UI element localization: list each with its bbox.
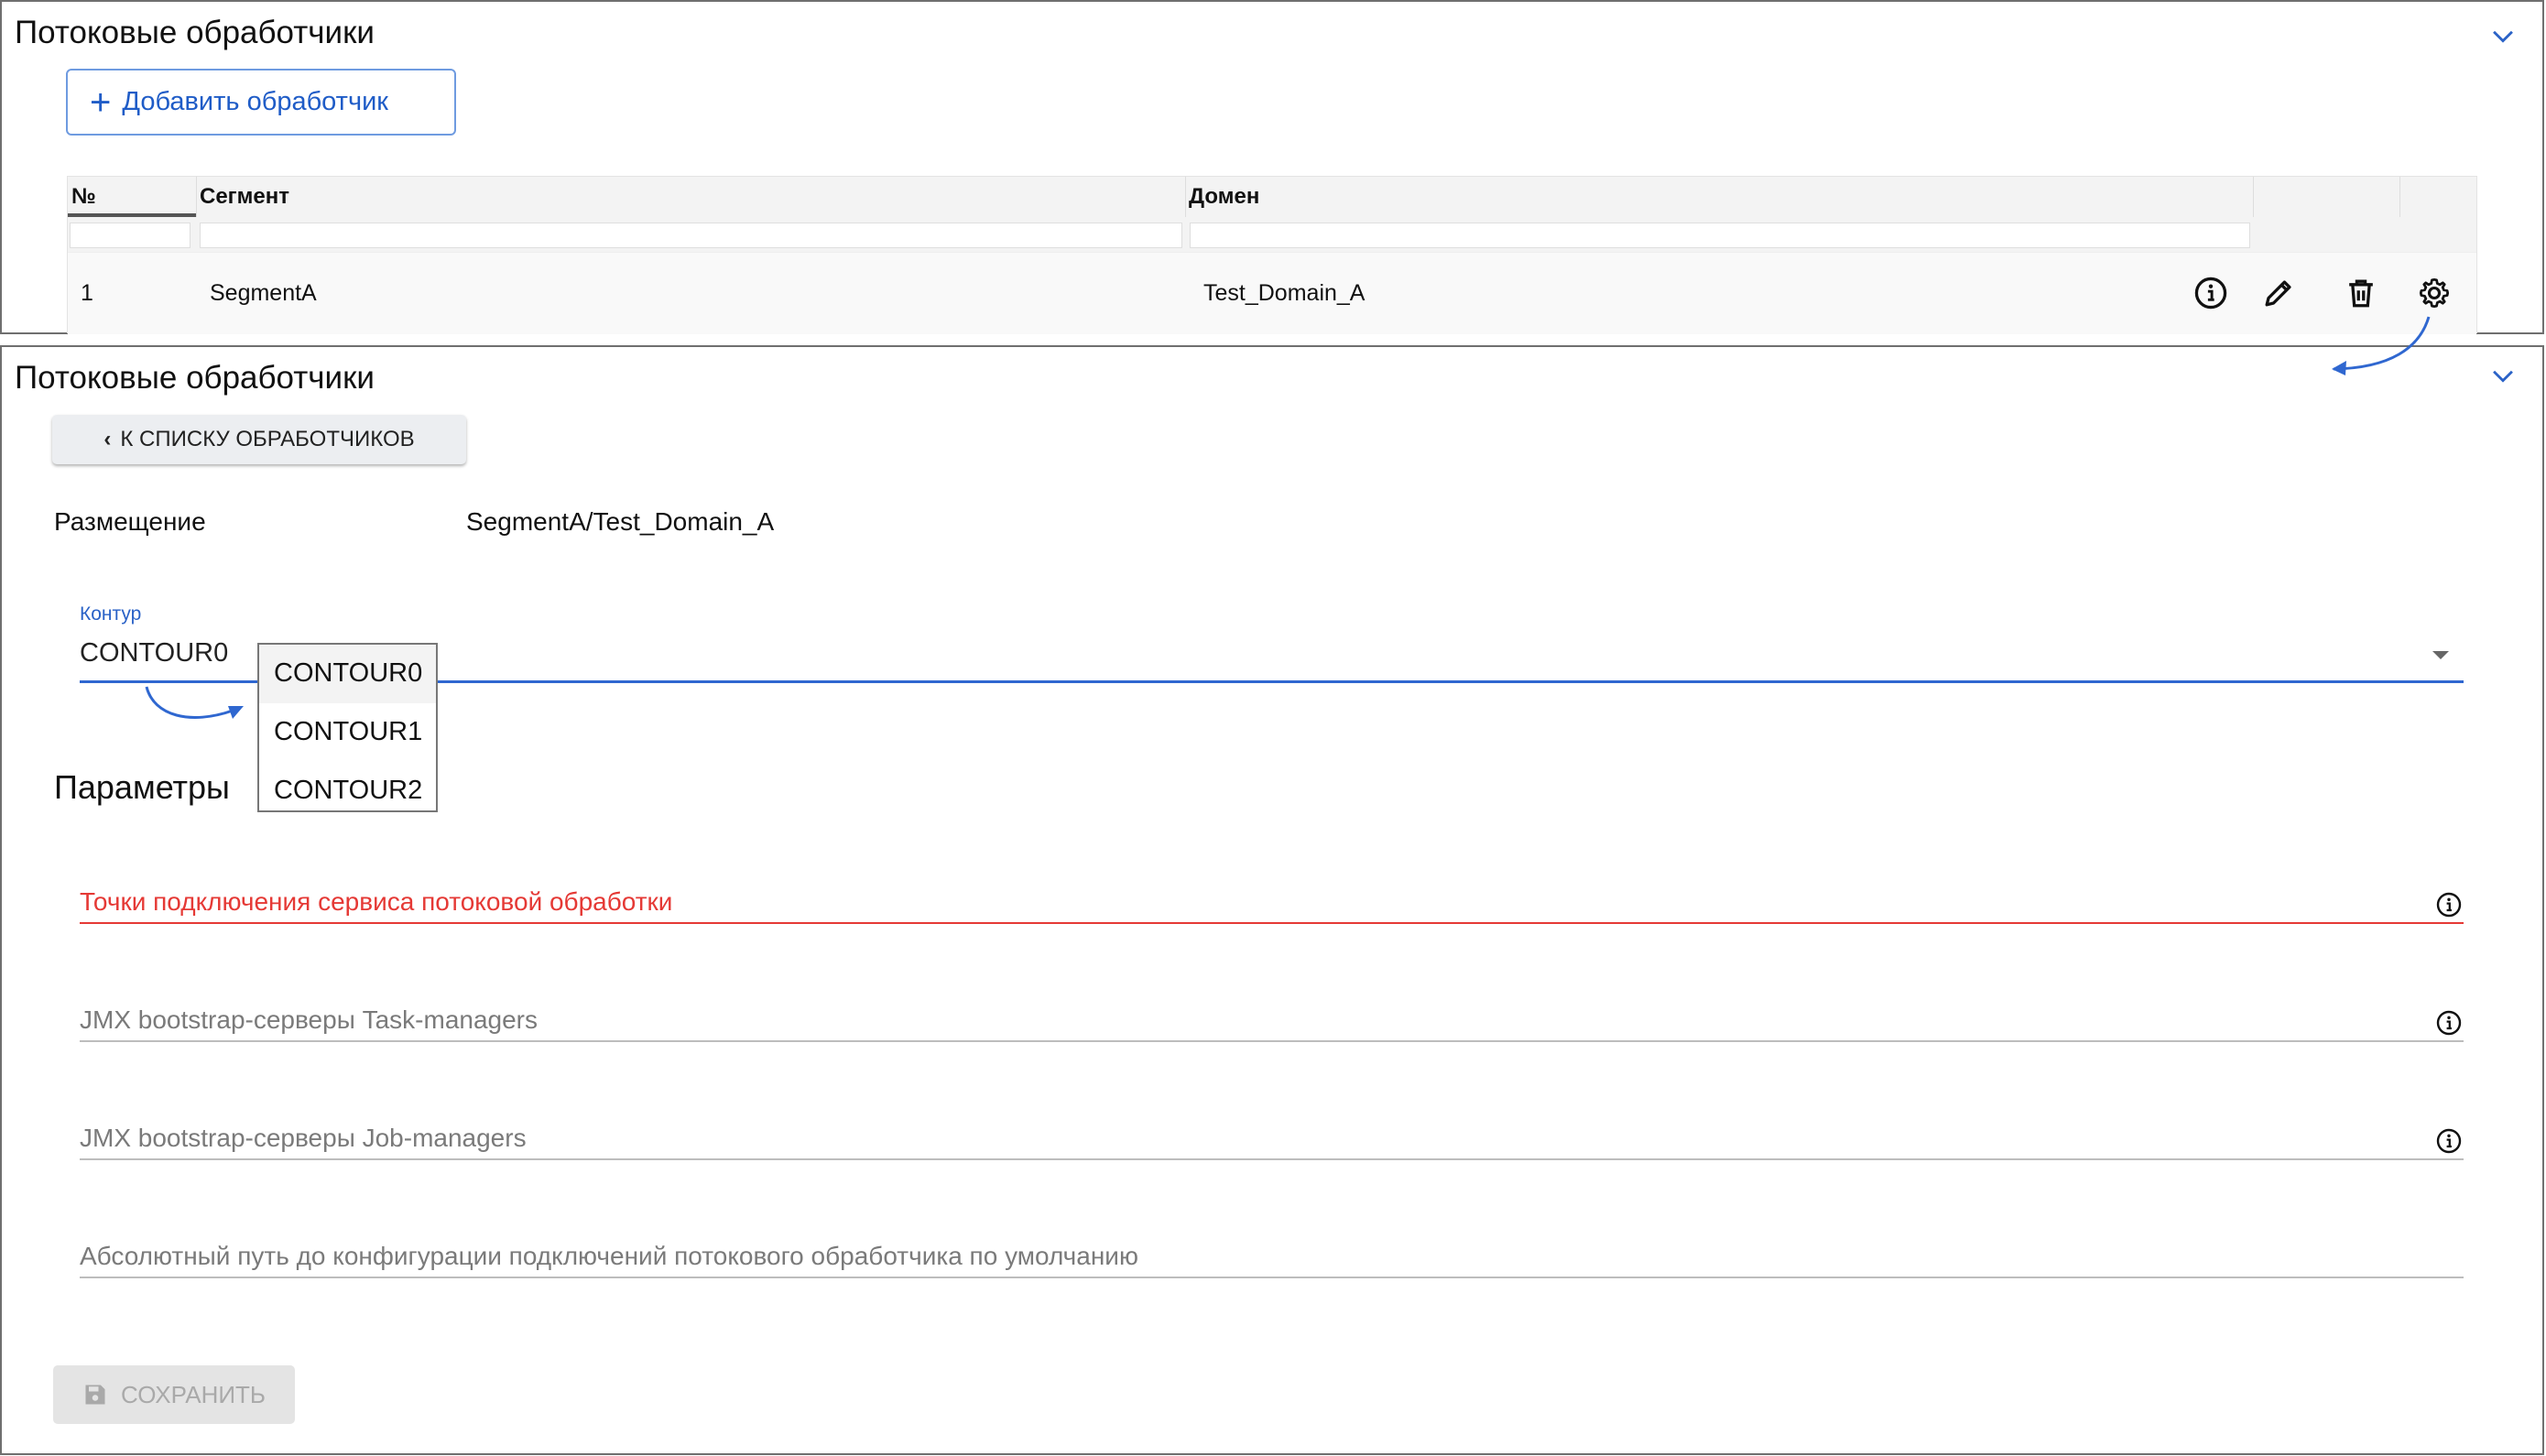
back-to-list-label: К СПИСКУ ОБРАБОТЧИКОВ: [120, 427, 415, 451]
column-header-number[interactable]: №: [71, 177, 96, 217]
plus-icon: +: [90, 81, 112, 123]
info-icon[interactable]: [2434, 1008, 2464, 1038]
table-row[interactable]: 1 SegmentA Test_Domain_A: [68, 252, 2476, 334]
contour-dropdown-menu: CONTOUR0 CONTOUR1 CONTOUR2: [257, 643, 438, 812]
save-button-label: СОХРАНИТЬ: [121, 1380, 266, 1408]
back-to-list-button[interactable]: ‹ К СПИСКУ ОБРАБОТЧИКОВ: [52, 415, 466, 464]
info-icon[interactable]: [2191, 273, 2231, 313]
handler-detail-panel: Потоковые обработчики ‹ К СПИСКУ ОБРАБОТ…: [0, 345, 2544, 1455]
jmx-job-managers-field[interactable]: JMX bootstrap-серверы Job-managers: [80, 1124, 2464, 1160]
field-placeholder: JMX bootstrap-серверы Job-managers: [80, 1124, 527, 1152]
jmx-task-managers-field[interactable]: JMX bootstrap-серверы Task-managers: [80, 1005, 2464, 1042]
table-header: № Сегмент Домен: [68, 177, 2476, 217]
add-handler-button[interactable]: + Добавить обработчик: [66, 69, 456, 136]
pencil-icon[interactable]: [2258, 273, 2299, 313]
default-config-path-field[interactable]: Абсолютный путь до конфигурации подключе…: [80, 1242, 2464, 1278]
info-icon[interactable]: [2434, 890, 2464, 919]
column-header-segment[interactable]: Сегмент: [200, 177, 289, 217]
chevron-down-icon[interactable]: [2487, 20, 2519, 51]
row-number: 1: [81, 280, 93, 306]
contour-option[interactable]: CONTOUR1: [259, 703, 436, 762]
placement-value: SegmentA/Test_Domain_A: [466, 507, 775, 536]
field-placeholder: Точки подключения сервиса потоковой обра…: [80, 887, 673, 916]
chevron-left-icon: ‹: [103, 427, 112, 451]
placement-label: Размещение: [54, 507, 206, 536]
handlers-table: № Сегмент Домен 1 SegmentA Test_Domain_A: [67, 176, 2477, 334]
info-icon[interactable]: [2434, 1126, 2464, 1156]
row-domain-link[interactable]: Test_Domain_A: [1203, 253, 1365, 334]
floppy-disk-icon: [85, 1385, 105, 1405]
add-handler-label: Добавить обработчик: [122, 87, 388, 116]
panel-title: Потоковые обработчики: [15, 15, 375, 50]
save-button[interactable]: СОХРАНИТЬ: [53, 1365, 295, 1424]
field-placeholder: Абсолютный путь до конфигурации подключе…: [80, 1242, 1138, 1270]
trash-icon[interactable]: [2341, 273, 2381, 313]
panel-title: Потоковые обработчики: [15, 360, 375, 396]
contour-option[interactable]: CONTOUR2: [259, 762, 436, 820]
chevron-down-icon[interactable]: [2487, 360, 2519, 391]
params-heading: Параметры: [54, 768, 230, 806]
contour-label: Контур: [80, 603, 142, 625]
filter-row: [68, 217, 2476, 252]
contour-value[interactable]: CONTOUR0: [80, 638, 228, 668]
handlers-list-panel: Потоковые обработчики + Добавить обработ…: [0, 0, 2544, 334]
contour-option[interactable]: CONTOUR0: [259, 645, 436, 703]
column-header-domain[interactable]: Домен: [1189, 177, 1259, 217]
segment-filter-input[interactable]: [200, 223, 1182, 248]
dropdown-arrow-icon[interactable]: [2432, 651, 2449, 659]
stream-service-endpoints-field[interactable]: Точки подключения сервиса потоковой обра…: [80, 887, 2464, 924]
field-placeholder: JMX bootstrap-серверы Task-managers: [80, 1005, 539, 1034]
row-segment: SegmentA: [210, 280, 317, 306]
gear-icon[interactable]: [2414, 273, 2454, 313]
domain-filter-input[interactable]: [1190, 223, 2250, 248]
number-filter-input[interactable]: [70, 223, 190, 248]
